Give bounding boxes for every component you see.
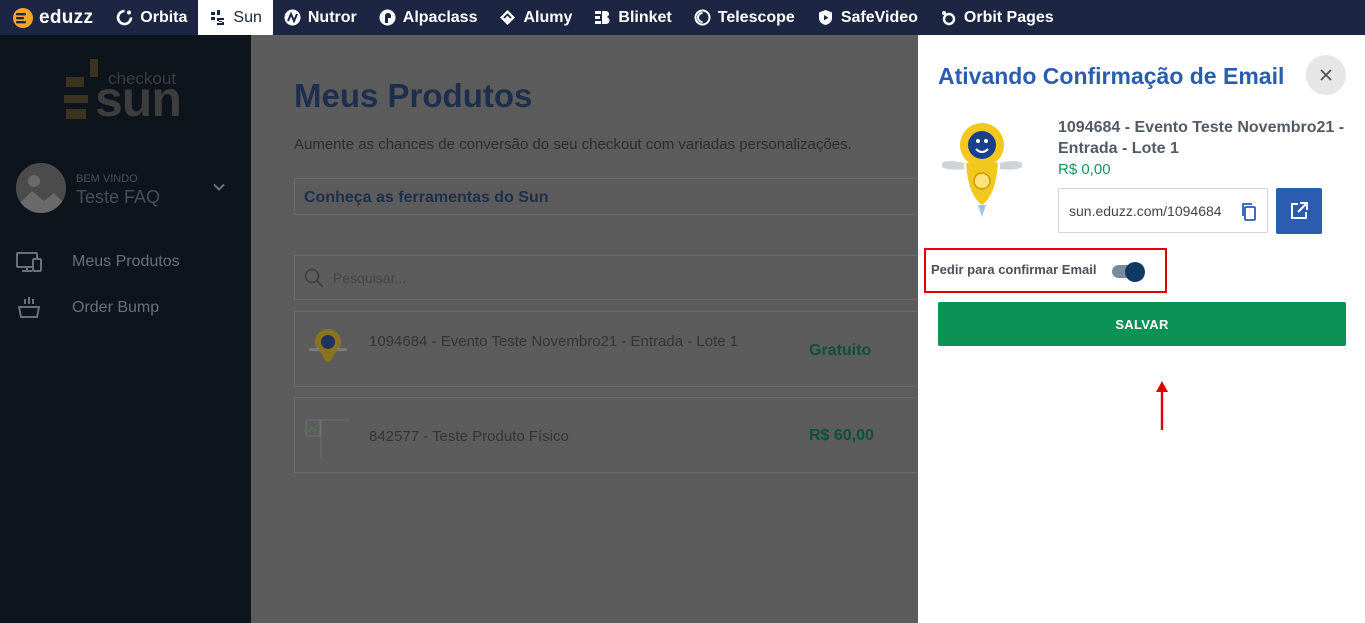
checkout-link-field[interactable]: sun.eduzz.com/1094684 xyxy=(1058,188,1268,233)
checkout-link-text: sun.eduzz.com/1094684 xyxy=(1069,203,1222,219)
avatar-placeholder-icon xyxy=(16,163,66,213)
brand-label: eduzz xyxy=(39,6,94,28)
nav-label: Orbit Pages xyxy=(963,8,1054,26)
page-subtitle: Aumente as chances de conversão do seu c… xyxy=(294,136,852,153)
sun-icon xyxy=(211,10,225,25)
nav-item-safevideo[interactable]: SafeVideo xyxy=(806,0,929,35)
product-price: R$ 60,00 xyxy=(809,427,874,444)
product-name: 842577 - Teste Produto Físico xyxy=(369,428,569,445)
close-button[interactable] xyxy=(1306,55,1346,95)
eduzz-brand[interactable]: eduzz xyxy=(0,0,105,35)
nav-label: Alumy xyxy=(523,8,573,26)
email-confirmation-panel: Ativando Confirmação de Email 1094684 - … xyxy=(918,35,1365,623)
telescope-icon xyxy=(694,9,711,26)
save-button[interactable]: SALVAR xyxy=(938,302,1346,346)
nav-label: Sun xyxy=(233,8,262,26)
basket-icon xyxy=(17,297,41,318)
alpaclass-icon xyxy=(379,9,396,26)
confirm-email-toggle-row: Pedir para confirmar Email xyxy=(924,248,1167,293)
welcome-label: BEM VINDO xyxy=(76,173,138,185)
nav-label: Nutror xyxy=(307,8,357,26)
page-title: Meus Produtos xyxy=(294,77,533,114)
mascot-thumbnail xyxy=(309,329,347,362)
nav-label: Telescope xyxy=(717,8,795,26)
checkout-sun-logo: checkout sun xyxy=(62,57,192,129)
orbit-pages-icon xyxy=(941,11,956,26)
orbita-icon xyxy=(116,9,133,26)
external-link-icon xyxy=(1291,202,1308,219)
tools-expander[interactable]: Conheça as ferramentas do Sun xyxy=(294,178,918,215)
nav-item-nutror[interactable]: Nutror xyxy=(273,0,368,35)
search-icon xyxy=(304,268,324,288)
product-card[interactable]: 1094684 - Evento Teste Novembro21 - Entr… xyxy=(294,311,918,387)
nutror-icon xyxy=(284,9,301,26)
confirm-email-toggle[interactable] xyxy=(1112,262,1146,282)
close-icon xyxy=(1320,69,1332,81)
nav-label: Alpaclass xyxy=(402,8,478,26)
alumy-icon xyxy=(500,10,516,25)
product-card[interactable]: 842577 - Teste Produto Físico R$ 60,00 xyxy=(294,397,918,473)
sidebar: checkout sun BEM VINDO Teste FAQ Meus Pr… xyxy=(0,35,251,623)
nav-item-blinket[interactable]: Blinket xyxy=(583,0,682,35)
sidebar-item-meus-produtos[interactable]: Meus Produtos xyxy=(16,247,236,277)
sidebar-item-order-bump[interactable]: Order Bump xyxy=(16,293,236,323)
safevideo-icon xyxy=(818,10,832,25)
nav-label: Blinket xyxy=(618,8,672,26)
sidebar-item-label: Order Bump xyxy=(72,299,160,316)
nav-label: Orbita xyxy=(140,8,188,26)
user-profile[interactable]: BEM VINDO Teste FAQ xyxy=(16,162,236,214)
product-price: Gratuito xyxy=(809,342,872,359)
chevron-down-icon[interactable] xyxy=(212,180,226,194)
broken-image-icon xyxy=(305,419,349,458)
product-name: 1094684 - Evento Teste Novembro21 - Entr… xyxy=(1058,119,1345,157)
nav-item-orbita[interactable]: Orbita xyxy=(105,0,198,35)
mascot-image xyxy=(942,123,1022,217)
nav-item-telescope[interactable]: Telescope xyxy=(683,0,806,35)
eduzz-logo-icon xyxy=(13,7,33,28)
avatar xyxy=(16,163,66,213)
nav-item-orbit-pages[interactable]: Orbit Pages xyxy=(929,0,1065,35)
toggle-knob xyxy=(1125,262,1145,282)
user-name: Teste FAQ xyxy=(76,187,161,207)
blinket-icon xyxy=(595,11,610,24)
search-input[interactable] xyxy=(333,265,733,291)
panel-title: Ativando Confirmação de Email xyxy=(938,63,1285,89)
nav-item-sun[interactable]: Sun xyxy=(198,0,273,35)
sidebar-item-label: Meus Produtos xyxy=(72,253,180,270)
search-box xyxy=(294,255,918,300)
top-navbar: eduzz Orbita Sun Nutror Alpaclass Alumy … xyxy=(0,0,1365,35)
monitor-icon xyxy=(16,252,42,272)
nav-label: SafeVideo xyxy=(840,8,918,26)
nav-item-alumy[interactable]: Alumy xyxy=(488,0,583,35)
copy-icon[interactable] xyxy=(1240,202,1258,222)
confirm-email-label: Pedir para confirmar Email xyxy=(931,262,1097,277)
red-arrow-annotation xyxy=(1156,381,1168,430)
product-name: 1094684 - Evento Teste Novembro21 - Entr… xyxy=(369,333,739,350)
logo-sun-text: sun xyxy=(95,71,182,127)
tools-label: Conheça as ferramentas do Sun xyxy=(304,189,549,206)
main-content: Meus Produtos Aumente as chances de conv… xyxy=(251,35,918,623)
open-link-button[interactable] xyxy=(1276,188,1322,234)
nav-item-alpaclass[interactable]: Alpaclass xyxy=(368,0,489,35)
product-price: R$ 0,00 xyxy=(1058,161,1111,178)
